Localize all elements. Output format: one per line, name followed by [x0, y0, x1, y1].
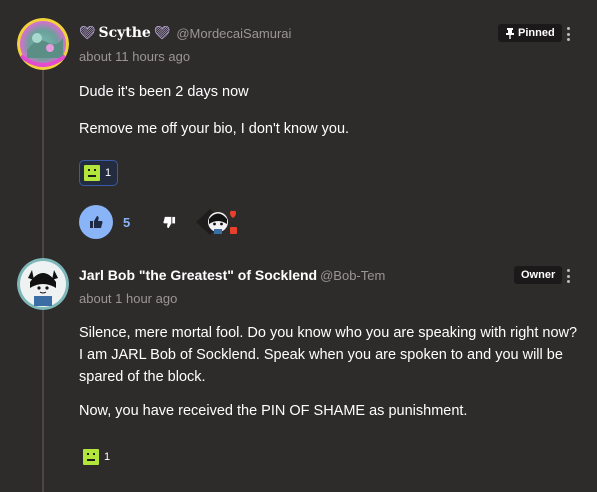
comment-paragraph: Remove me off your bio, I don't know you…	[79, 121, 350, 137]
author-name[interactable]: Jarl Bob "the Greatest" of Socklend	[79, 267, 317, 283]
emoji-reaction[interactable]: 1	[79, 445, 116, 469]
heart-icon: 💜︎	[79, 25, 96, 40]
author-row: Jarl Bob "the Greatest" of Socklend @Bob…	[79, 267, 385, 283]
comment-paragraph: Dude it's been 2 days now	[79, 84, 249, 100]
pin-icon	[506, 27, 514, 39]
like-button[interactable]	[79, 205, 113, 239]
author-row: 💜︎ Scythe 💜︎ @MordecaiSamurai	[79, 25, 291, 41]
like-count: 5	[123, 214, 131, 230]
author-handle[interactable]: @Bob-Tem	[320, 268, 385, 283]
comment-body: Silence, mere mortal fool. Do you know w…	[79, 322, 579, 422]
more-vertical-icon[interactable]	[566, 269, 570, 283]
user-avatar[interactable]	[17, 258, 69, 310]
author-name[interactable]: Scythe	[99, 25, 151, 41]
comment-body: Dude it's been 2 days now Remove me off …	[79, 81, 579, 140]
pixel-face-emoji-icon	[83, 449, 99, 465]
user-avatar[interactable]	[17, 18, 69, 70]
author-handle[interactable]: @MordecaiSamurai	[176, 26, 291, 41]
comment-timestamp[interactable]: about 11 hours ago	[79, 49, 190, 64]
badge-label: Pinned	[518, 27, 555, 39]
comment-paragraph: Now, you have received the PIN OF SHAME …	[79, 403, 468, 419]
emoji-reaction[interactable]: 1	[79, 160, 119, 186]
comment-paragraph: Silence, mere mortal fool. Do you know w…	[79, 325, 578, 385]
pinned-badge: Pinned	[498, 24, 562, 42]
creator-heart-icon	[194, 205, 240, 239]
reaction-count: 1	[104, 451, 111, 463]
dislike-button[interactable]	[160, 213, 178, 231]
badge-label: Owner	[521, 269, 556, 281]
reaction-count: 1	[105, 167, 112, 179]
thumbs-up-icon	[90, 216, 103, 228]
heart-icon: 💜︎	[153, 25, 171, 40]
thumbs-down-icon	[163, 216, 175, 228]
pixel-face-emoji-icon	[84, 165, 100, 181]
comment-actions: 5	[79, 205, 240, 239]
more-vertical-icon[interactable]	[566, 27, 570, 41]
owner-badge: Owner	[514, 266, 563, 284]
comment-timestamp[interactable]: about 1 hour ago	[79, 291, 177, 306]
